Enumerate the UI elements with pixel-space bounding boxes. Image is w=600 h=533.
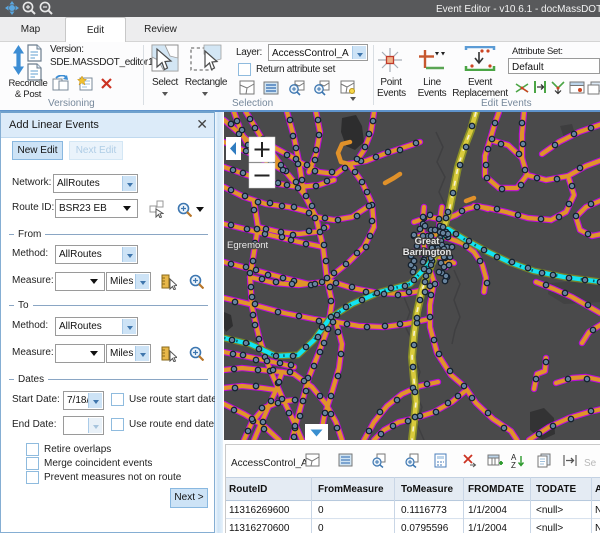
- svg-text:Barrington: Barrington: [403, 247, 452, 258]
- svg-text:Egremont: Egremont: [227, 240, 269, 251]
- svg-text:Z: Z: [511, 461, 516, 468]
- svg-text:Great: Great: [415, 236, 441, 247]
